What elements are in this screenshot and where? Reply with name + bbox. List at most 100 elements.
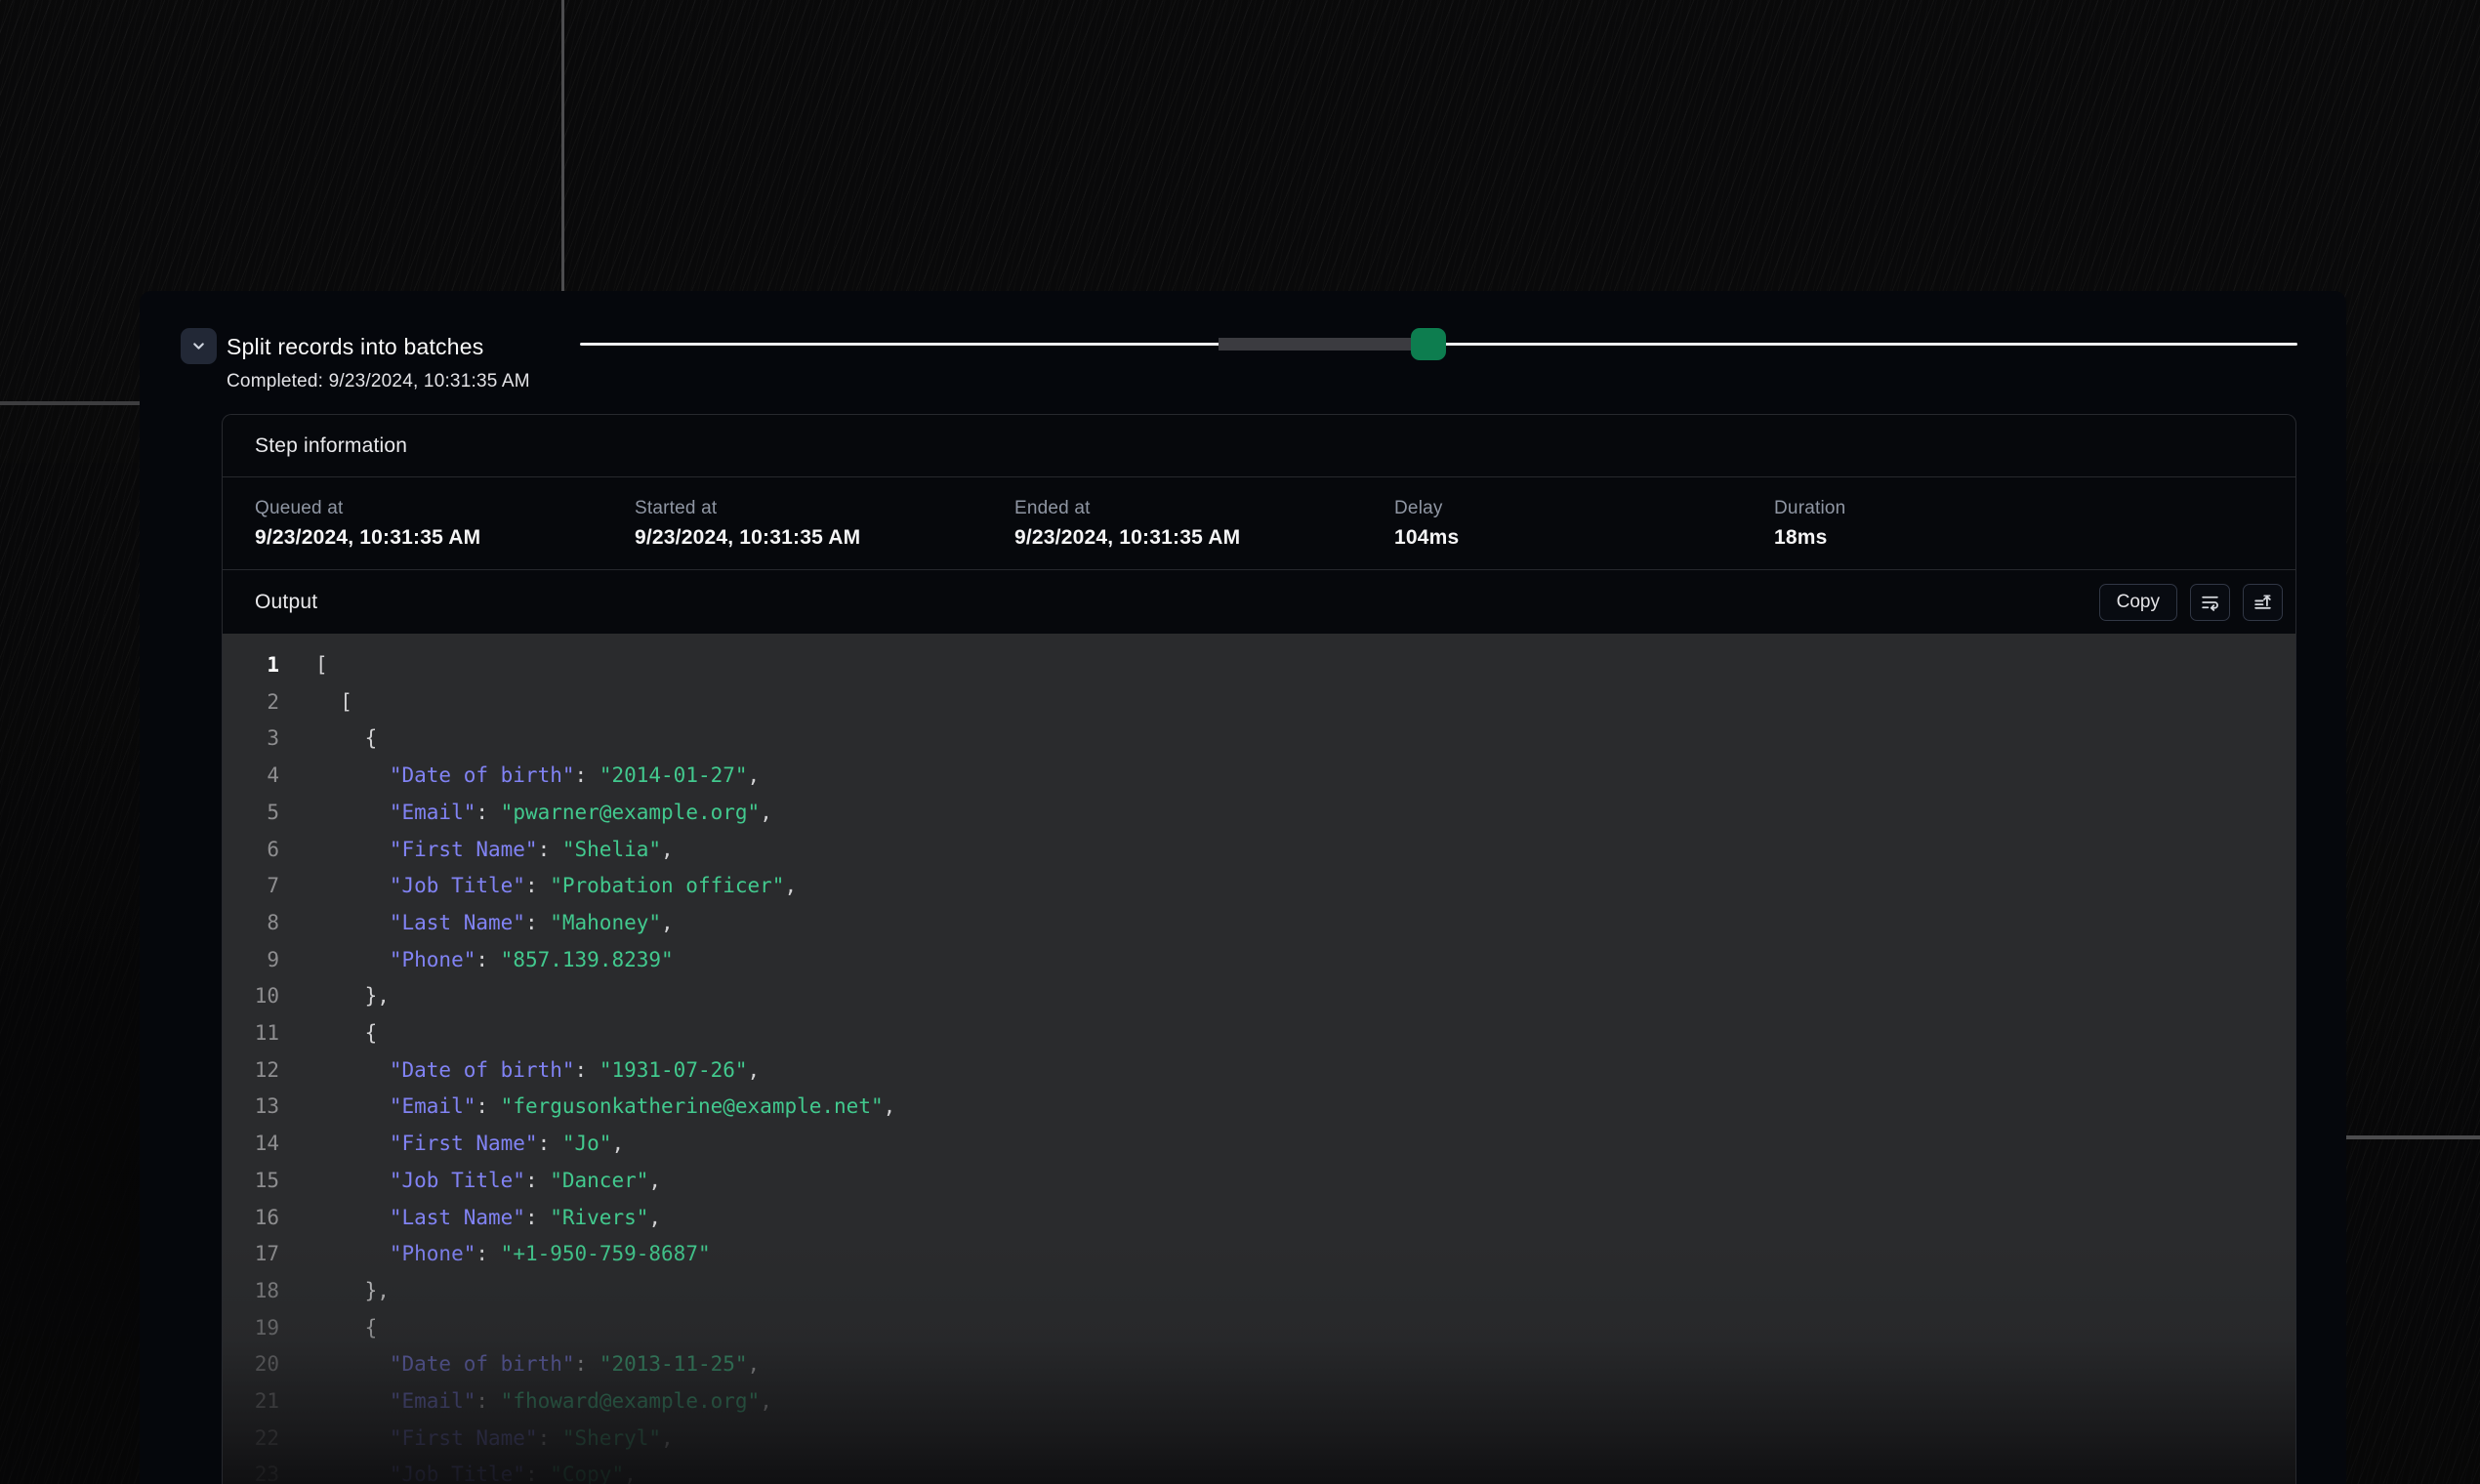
code-line: 14 "First Name": "Jo", bbox=[223, 1126, 2295, 1163]
code-token: "+1-950-759-8687" bbox=[501, 1242, 711, 1265]
code-token: : bbox=[475, 801, 500, 824]
code-token: "2014-01-27" bbox=[599, 763, 748, 787]
step-information-card: Step information Queued at9/23/2024, 10:… bbox=[222, 414, 2296, 1484]
copy-button-label: Copy bbox=[2117, 592, 2160, 613]
stat-field: Started at9/23/2024, 10:31:35 AM bbox=[635, 498, 1014, 550]
code-line: 18 }, bbox=[223, 1273, 2295, 1310]
code-text: "Email": "pwarner@example.org", bbox=[315, 795, 772, 832]
code-token bbox=[315, 1352, 390, 1376]
collapse-step-button[interactable] bbox=[181, 328, 217, 364]
code-token: "Phone" bbox=[390, 948, 476, 971]
code-token: "Job Title" bbox=[390, 1463, 525, 1484]
output-code-viewer[interactable]: 1[2 [3 {4 "Date of birth": "2014-01-27",… bbox=[223, 634, 2295, 1484]
line-number: 19 bbox=[223, 1310, 279, 1347]
code-token: "Shelia" bbox=[562, 838, 661, 861]
code-line: 21 "Email": "fhoward@example.org", bbox=[223, 1383, 2295, 1421]
code-token: "857.139.8239" bbox=[501, 948, 674, 971]
line-number: 16 bbox=[223, 1200, 279, 1237]
code-line: 1[ bbox=[223, 647, 2295, 684]
line-number: 17 bbox=[223, 1236, 279, 1273]
timeline-position-marker[interactable] bbox=[1411, 328, 1446, 360]
code-token: : bbox=[538, 1132, 562, 1155]
stat-field: Ended at 9/23/2024, 10:31:35 AM bbox=[1014, 498, 1394, 550]
code-token: }, bbox=[315, 984, 390, 1008]
code-line: 9 "Phone": "857.139.8239" bbox=[223, 942, 2295, 979]
scroll-to-top-button[interactable] bbox=[2243, 584, 2283, 621]
scroll-to-top-icon bbox=[2253, 592, 2273, 612]
code-token: , bbox=[648, 1206, 661, 1229]
line-number: 8 bbox=[223, 905, 279, 942]
code-line: 22 "First Name": "Sheryl", bbox=[223, 1421, 2295, 1458]
line-number: 9 bbox=[223, 942, 279, 979]
code-token bbox=[315, 1132, 390, 1155]
stat-value: 9/23/2024, 10:31:35 AM bbox=[255, 526, 635, 550]
step-information-header: Step information bbox=[223, 415, 2295, 477]
stat-field: Queued at9/23/2024, 10:31:35 AM bbox=[255, 498, 635, 550]
code-token: , bbox=[760, 801, 772, 824]
code-line: 2 [ bbox=[223, 684, 2295, 721]
code-text: }, bbox=[315, 1273, 390, 1310]
code-token: "Mahoney" bbox=[550, 911, 661, 934]
code-token: "Email" bbox=[390, 801, 476, 824]
code-token: : bbox=[475, 1242, 500, 1265]
code-token: "Date of birth" bbox=[390, 1058, 575, 1082]
code-line: 16 "Last Name": "Rivers", bbox=[223, 1200, 2295, 1237]
step-stats-row: Queued at9/23/2024, 10:31:35 AMStarted a… bbox=[223, 477, 2295, 570]
line-number: 12 bbox=[223, 1052, 279, 1090]
code-token: : bbox=[525, 1463, 550, 1484]
line-number: 15 bbox=[223, 1163, 279, 1200]
copy-output-button[interactable]: Copy bbox=[2099, 584, 2177, 621]
line-number: 7 bbox=[223, 868, 279, 905]
code-token: "2013-11-25" bbox=[599, 1352, 748, 1376]
code-token: "fergusonkatherine@example.net" bbox=[501, 1094, 884, 1118]
code-token bbox=[315, 911, 390, 934]
code-line: 13 "Email": "fergusonkatherine@example.n… bbox=[223, 1089, 2295, 1126]
code-token: , bbox=[661, 838, 674, 861]
line-number: 14 bbox=[223, 1126, 279, 1163]
code-token: "Dancer" bbox=[550, 1169, 648, 1192]
code-token: "Email" bbox=[390, 1389, 476, 1413]
stat-label: Ended at bbox=[1014, 498, 1394, 519]
code-token: , bbox=[661, 911, 674, 934]
code-token: : bbox=[538, 1426, 562, 1450]
code-text: "Job Title": "Probation officer", bbox=[315, 868, 797, 905]
code-token: "fhoward@example.org" bbox=[501, 1389, 761, 1413]
code-token: "Last Name" bbox=[390, 1206, 525, 1229]
code-token: { bbox=[315, 726, 377, 750]
wrap-text-button[interactable] bbox=[2190, 584, 2230, 621]
code-token: : bbox=[475, 948, 500, 971]
code-token bbox=[315, 838, 390, 861]
code-token: "1931-07-26" bbox=[599, 1058, 748, 1082]
code-token bbox=[315, 1094, 390, 1118]
code-token: "First Name" bbox=[390, 1426, 538, 1450]
code-token: : bbox=[475, 1389, 500, 1413]
code-token: : bbox=[525, 911, 550, 934]
code-token: : bbox=[525, 1206, 550, 1229]
code-line: 23 "Job Title": "Copy", bbox=[223, 1457, 2295, 1484]
stat-value: 9/23/2024, 10:31:35 AM bbox=[1014, 526, 1394, 550]
code-token: [ bbox=[315, 690, 352, 714]
code-line: 4 "Date of birth": "2014-01-27", bbox=[223, 758, 2295, 795]
run-timeline[interactable] bbox=[580, 328, 2297, 361]
code-token: : bbox=[475, 1094, 500, 1118]
code-token: , bbox=[624, 1463, 637, 1484]
code-token: : bbox=[575, 1352, 599, 1376]
code-token bbox=[315, 948, 390, 971]
code-text: }, bbox=[315, 978, 390, 1015]
code-token bbox=[315, 801, 390, 824]
code-token bbox=[315, 1426, 390, 1450]
code-token bbox=[315, 1463, 390, 1484]
code-token bbox=[315, 874, 390, 897]
background-horizontal-line-right bbox=[2346, 1135, 2480, 1139]
code-token: , bbox=[661, 1426, 674, 1450]
background-horizontal-line-left bbox=[0, 401, 140, 405]
code-text: [ bbox=[315, 684, 352, 721]
code-token: : bbox=[538, 838, 562, 861]
code-token: : bbox=[525, 874, 550, 897]
code-token: "Probation officer" bbox=[550, 874, 784, 897]
code-token bbox=[315, 1242, 390, 1265]
code-token: "First Name" bbox=[390, 1132, 538, 1155]
code-token: "Rivers" bbox=[550, 1206, 648, 1229]
code-line: 10 }, bbox=[223, 978, 2295, 1015]
code-text: "Date of birth": "2014-01-27", bbox=[315, 758, 760, 795]
